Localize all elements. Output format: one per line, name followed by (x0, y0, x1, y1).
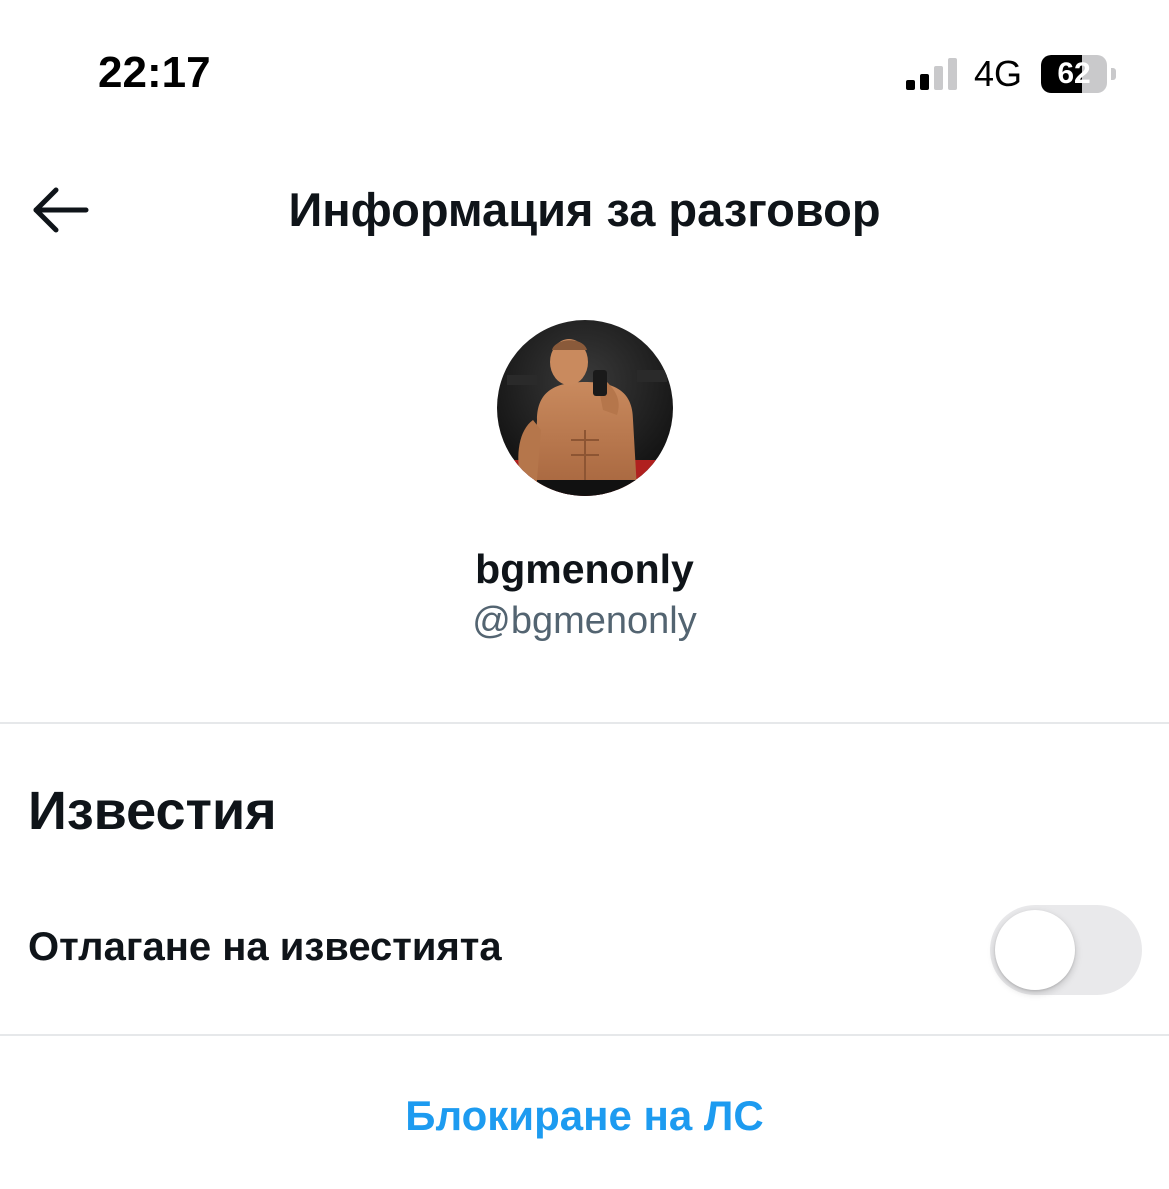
avatar-image (497, 320, 673, 496)
divider (0, 1034, 1169, 1036)
avatar[interactable] (497, 320, 673, 496)
divider (0, 722, 1169, 724)
snooze-notifications-toggle[interactable] (990, 905, 1142, 995)
battery-level-text: 62 (1057, 57, 1091, 90)
network-type-label: 4G (974, 53, 1023, 94)
status-time: 22:17 (98, 48, 211, 97)
cellular-signal-icon (906, 58, 957, 90)
page-title: Информация за разговор (288, 183, 881, 236)
notifications-section-heading: Известия (28, 781, 277, 841)
snooze-notifications-row: Отлагане на известията (0, 895, 1169, 1005)
display-name: bgmenonly (475, 546, 694, 592)
battery-body: 62 (1041, 55, 1107, 93)
nav-header: Информация за разговор (0, 160, 1169, 260)
toggle-knob (995, 910, 1075, 990)
snooze-notifications-label: Отлагане на известията (28, 925, 502, 969)
block-dm-button[interactable]: Блокиране на ЛС (0, 1092, 1169, 1140)
battery-cap (1111, 68, 1116, 80)
status-bar: 22:17 4G 62 (0, 0, 1169, 140)
battery-icon: 62 (1041, 55, 1119, 93)
user-handle: @bgmenonly (472, 600, 697, 642)
